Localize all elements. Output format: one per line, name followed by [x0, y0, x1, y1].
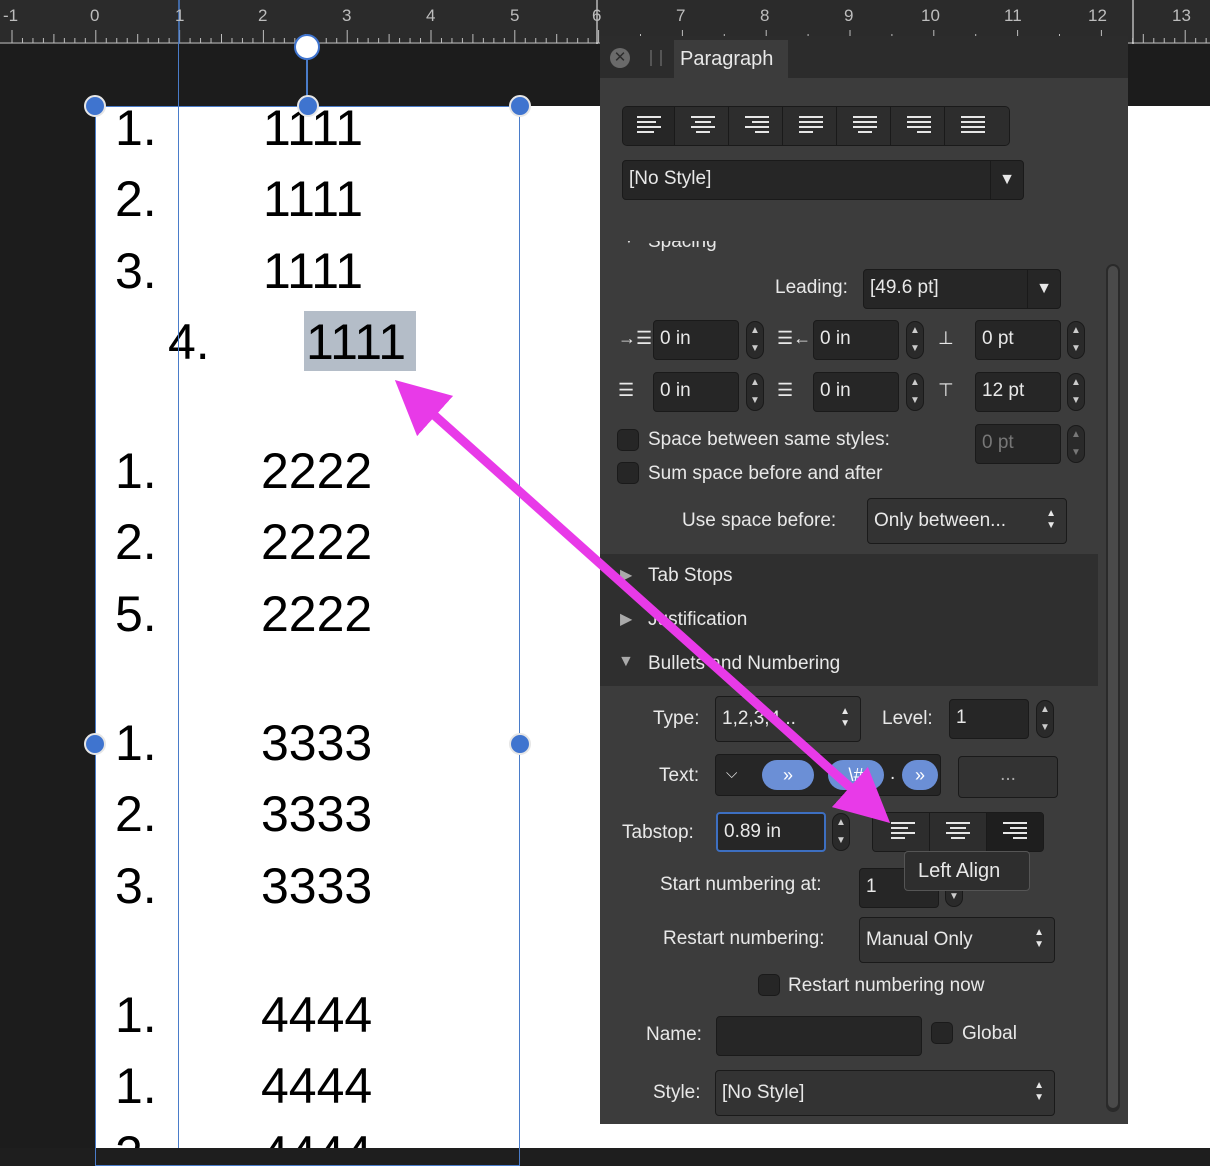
double-arrow-line [394, 379, 891, 824]
annotation-arrow [394, 379, 891, 824]
